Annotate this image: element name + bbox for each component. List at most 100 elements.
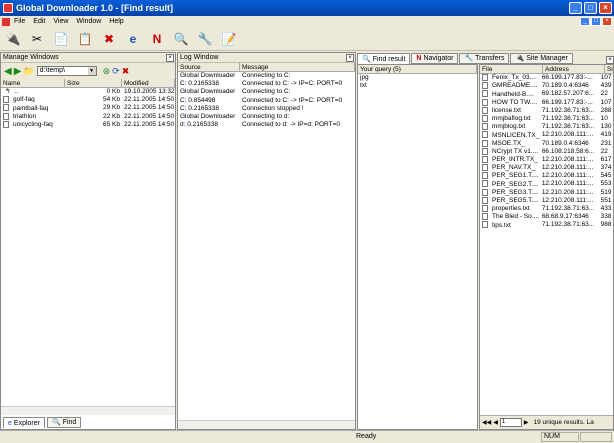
menu-edit[interactable]: Edit xyxy=(33,18,45,25)
notes-icon[interactable]: 📝 xyxy=(220,30,238,48)
path-select[interactable]: d:\temp\ ▼ xyxy=(36,66,97,76)
delete-icon[interactable]: ✖ xyxy=(100,30,118,48)
maximize-button[interactable]: □ xyxy=(584,2,597,14)
menu-help[interactable]: Help xyxy=(109,18,123,25)
go-icon[interactable]: ⊛ xyxy=(103,66,111,77)
file-icon xyxy=(482,221,488,229)
table-row[interactable]: MSNLICEN.TX_ 12.210.208.111:... 419 xyxy=(480,131,613,139)
panel-close-icon[interactable]: × xyxy=(346,54,354,62)
results-panel: File Address Siz Fenix_Tx_03....66.199.1… xyxy=(479,64,614,430)
menu-view[interactable]: View xyxy=(53,18,68,25)
forward-arrow-icon[interactable]: ▶ xyxy=(14,66,22,77)
table-row[interactable]: properties.txt 71.192.38.71:63... 433 xyxy=(480,205,613,213)
mdi-minimize-button[interactable]: _ xyxy=(580,17,590,26)
minimize-button[interactable]: _ xyxy=(569,2,582,14)
table-row[interactable]: Fenix_Tx_03.... 66.199.177.83:-... 107 xyxy=(480,74,613,82)
col-file[interactable]: File xyxy=(480,65,543,73)
refresh-icon[interactable]: ⟳ xyxy=(112,66,120,77)
query-item[interactable]: jpg xyxy=(358,74,477,82)
file-icon xyxy=(482,164,488,172)
paste-icon[interactable]: 📋 xyxy=(76,30,94,48)
file-icon xyxy=(482,139,488,147)
table-row[interactable]: mmjblog.txt 71.192.38.71:63... 130 xyxy=(480,123,613,131)
table-row[interactable]: GMREADME.... 70.189.0.4:6346 439 xyxy=(480,82,613,90)
log-row: Global Downloader Connecting to C: xyxy=(180,72,291,79)
close-button[interactable]: × xyxy=(599,2,612,14)
table-row[interactable]: PER_SEG2.T.... 12.210.208.111:... 553 xyxy=(480,180,613,188)
table-row[interactable]: mmjbaflog.txt 71.192.38.71:63... 10 xyxy=(480,114,613,123)
mdi-restore-button[interactable]: □ xyxy=(591,17,601,26)
status-bar: Ready NUM xyxy=(0,430,614,442)
horizontal-scrollbar[interactable] xyxy=(1,406,175,415)
query-panel: Your query (5) jpg txt xyxy=(357,64,478,430)
col-source[interactable]: Source xyxy=(178,63,240,71)
table-row[interactable]: license.txt 71.192.38.71:63... 288 xyxy=(480,106,613,115)
list-item[interactable]: triathlon 22 Kb 22.11.2005 14:50 xyxy=(1,112,175,121)
tab-navigator[interactable]: N Navigator xyxy=(411,53,459,64)
log-row: C: 0.854498 Connected to C: -> IP=C: PORT… xyxy=(180,96,343,104)
col-modified[interactable]: Modified xyxy=(122,79,175,87)
settings-icon[interactable]: 🔧 xyxy=(196,30,214,48)
mdi-close-button[interactable]: × xyxy=(602,17,612,26)
connect-icon[interactable]: 🔌 xyxy=(4,30,22,48)
dropdown-arrow-icon[interactable]: ▼ xyxy=(87,67,96,75)
manage-windows-title: Manage Windows xyxy=(3,54,59,61)
horizontal-scrollbar[interactable] xyxy=(178,420,355,429)
find-tab-icon: 🔍 xyxy=(51,419,61,426)
file-icon xyxy=(3,96,9,104)
menu-file[interactable]: File xyxy=(14,18,25,25)
navigator-icon: N xyxy=(416,55,422,62)
tab-find-result[interactable]: 🔍 Find result xyxy=(357,53,411,64)
site-manager-icon: 🔌 xyxy=(515,55,525,62)
col-message[interactable]: Message xyxy=(240,63,355,71)
table-row[interactable]: PER_INTR.TX_ 12.210.208.111:... 617 xyxy=(480,155,613,164)
folder-up-icon[interactable]: 📁 xyxy=(23,66,34,77)
explorer-icon[interactable]: e xyxy=(124,30,142,48)
table-row[interactable]: PER_SEG1.T.... 12.210.208.111:... 545 xyxy=(480,172,613,180)
prev-page-icon[interactable]: ◀ xyxy=(493,419,498,426)
toolbar: 🔌 ✂ 📄 📋 ✖ e N 🔍 🔧 📝 xyxy=(0,27,614,51)
navigator-icon[interactable]: N xyxy=(148,30,166,48)
manage-windows-panel: Manage Windows × ◀ ▶ 📁 d:\temp\ ▼ ⊛ ⟳ ✖ Na… xyxy=(0,52,176,430)
file-icon xyxy=(482,131,488,139)
tab-site-manager[interactable]: 🔌 Site Manager xyxy=(510,53,573,64)
table-row[interactable]: The Bled - So.... 68.68.9.17:6346 338 xyxy=(480,213,613,221)
file-icon xyxy=(482,106,488,114)
table-row[interactable]: HOW TO TW.... 66.199.177.83:-... 107 xyxy=(480,98,613,107)
search-icon[interactable]: 🔍 xyxy=(172,30,190,48)
table-row[interactable]: Handheld-B.... 69.182.57.207:6... 22 xyxy=(480,90,613,98)
cut-icon[interactable]: ✂ xyxy=(28,30,46,48)
tab-explorer[interactable]: e Explorer xyxy=(3,417,45,428)
col-address[interactable]: Address xyxy=(543,65,605,73)
table-row[interactable]: PER_SEG3.T.... 12.210.208.111:... 519 xyxy=(480,188,613,197)
page-input[interactable]: 1 xyxy=(499,418,522,427)
file-icon xyxy=(482,123,488,131)
list-item[interactable]: paintball-faq 29 Kb 22.11.2005 14:50 xyxy=(1,104,175,112)
list-item[interactable]: ↰ .. 0 Kb 19.10.2005 13:32 xyxy=(1,88,175,96)
file-icon xyxy=(3,112,9,120)
menu-window[interactable]: Window xyxy=(76,18,101,25)
table-row[interactable]: NCrypt TX v1.... 66.108.218.58:6... 22 xyxy=(480,147,613,156)
stop-icon[interactable]: ✖ xyxy=(122,66,130,77)
doc-icon xyxy=(2,17,10,26)
list-item[interactable]: unicycling-faq 65 Kb 22.11.2005 14:50 xyxy=(1,120,175,129)
tab-find[interactable]: 🔍 Find xyxy=(46,417,82,428)
results-summary: 19 unique results. La xyxy=(533,419,594,426)
col-name[interactable]: Name xyxy=(1,79,65,87)
table-row[interactable]: tips.txt 71.192.38.71:63... 988 xyxy=(480,221,613,229)
table-row[interactable]: PER_SEG5.T.... 12.210.208.111:... 551 xyxy=(480,196,613,205)
log-row: d: 0.2165338 Connected to d: -> IP=d: POR… xyxy=(180,121,340,129)
query-item[interactable]: txt xyxy=(358,82,477,90)
col-size[interactable]: Siz xyxy=(605,65,613,73)
next-page-icon[interactable]: ▶ xyxy=(524,419,529,426)
table-row[interactable]: PER_NAV.TX_ 12.210.208.111:... 374 xyxy=(480,164,613,172)
copy-icon[interactable]: 📄 xyxy=(52,30,70,48)
list-item[interactable]: golf-faq 54 Kb 22.11.2005 14:50 xyxy=(1,96,175,104)
panel-close-icon[interactable]: × xyxy=(166,54,174,62)
first-page-icon[interactable]: ◀◀ xyxy=(482,419,491,426)
back-arrow-icon[interactable]: ◀ xyxy=(4,66,12,77)
tab-transfers[interactable]: 🔧 Transfers xyxy=(459,53,510,64)
table-row[interactable]: MSOE.TX_ 70.189.0.4:6346 231 xyxy=(480,139,613,148)
tabs-close-icon[interactable]: × xyxy=(606,56,614,64)
col-size[interactable]: Size xyxy=(65,79,122,87)
